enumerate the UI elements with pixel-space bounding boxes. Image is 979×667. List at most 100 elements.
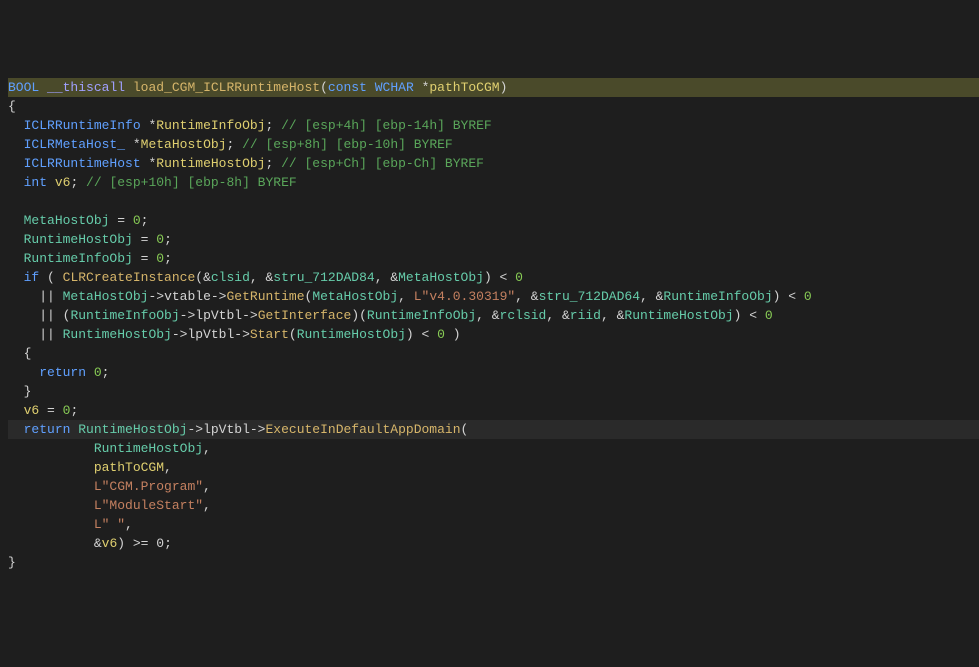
tok: L"CGM.Program" <box>94 479 203 494</box>
tok: 0 <box>133 213 141 228</box>
tok: 0 <box>804 289 812 304</box>
sym: ; <box>164 251 172 266</box>
tok: MetaHostObj <box>312 289 398 304</box>
tok: 0 <box>437 327 445 342</box>
sym: ) <box>445 327 461 342</box>
tok: const <box>328 80 367 95</box>
tok: v6 <box>24 403 40 418</box>
tok: int <box>24 175 47 190</box>
tok: L" " <box>94 517 125 532</box>
sym: ) < <box>734 308 765 323</box>
tok: ICLRRuntimeInfo <box>24 118 141 133</box>
sym: , & <box>546 308 569 323</box>
tok: RuntimeInfoObj <box>24 251 133 266</box>
sym: -> <box>250 422 266 437</box>
tok: ExecuteInDefaultAppDomain <box>265 422 460 437</box>
tok: stru_712DAD84 <box>273 270 374 285</box>
tok: L"v4.0.30319" <box>414 289 515 304</box>
sym: -> <box>234 327 250 342</box>
sym: , & <box>601 308 624 323</box>
sym: ) <box>500 80 508 95</box>
tok: WCHAR <box>375 80 414 95</box>
sym: -> <box>187 422 203 437</box>
sym: ( <box>320 80 328 95</box>
tok: RuntimeHostObj <box>156 156 265 171</box>
tok: RuntimeHostObj <box>94 441 203 456</box>
sym: ) < <box>773 289 804 304</box>
sym: , <box>125 517 133 532</box>
sym: || ( <box>39 308 70 323</box>
func-name: load_CGM_ICLRRuntimeHost <box>133 80 320 95</box>
tok: 0 <box>156 251 164 266</box>
sym: -> <box>148 289 164 304</box>
sym: , <box>203 479 211 494</box>
tok: 0 <box>765 308 773 323</box>
sym: (& <box>195 270 211 285</box>
tok: stru_712DAD64 <box>539 289 640 304</box>
tok: pathToCGM <box>94 460 164 475</box>
sym: ; <box>164 536 172 551</box>
tok: GetRuntime <box>226 289 304 304</box>
tok: RuntimeHostObj <box>624 308 733 323</box>
code-view: BOOL __thiscall load_CGM_ICLRRuntimeHost… <box>8 78 979 572</box>
current-line: return RuntimeHostObj->lpVtbl->ExecuteIn… <box>8 420 979 439</box>
sym: & <box>94 536 102 551</box>
tok: RuntimeInfoObj <box>70 308 179 323</box>
tok: 0 <box>156 232 164 247</box>
sym: -> <box>242 308 258 323</box>
sym: ; <box>141 213 149 228</box>
sym: , <box>203 441 211 456</box>
tok: Start <box>250 327 289 342</box>
sym: , & <box>250 270 273 285</box>
tok: L"ModuleStart" <box>94 498 203 513</box>
sym: || <box>39 289 62 304</box>
sym: , <box>398 289 414 304</box>
sym: ) < <box>406 327 437 342</box>
sym: , & <box>476 308 499 323</box>
tok: vtable <box>164 289 211 304</box>
tok: RuntimeHostObj <box>63 327 172 342</box>
tok: return <box>39 365 86 380</box>
tok: RuntimeHostObj <box>78 422 187 437</box>
sym: -> <box>180 308 196 323</box>
sym: , & <box>515 289 538 304</box>
tok: GetInterface <box>258 308 352 323</box>
sym: , & <box>375 270 398 285</box>
sym: = <box>141 232 157 247</box>
tok: v6 <box>102 536 118 551</box>
sym: = <box>47 403 63 418</box>
sym: || <box>39 327 62 342</box>
tok: rclsid <box>500 308 547 323</box>
sym: = <box>141 251 157 266</box>
tok: ICLRRuntimeHost <box>24 156 141 171</box>
tok: clsid <box>211 270 250 285</box>
sym: } <box>24 384 32 399</box>
tok: RuntimeHostObj <box>297 327 406 342</box>
sym: ( <box>461 422 469 437</box>
sym: ; <box>102 365 110 380</box>
sym: ; <box>70 403 78 418</box>
tok: lpVtbl <box>203 422 250 437</box>
sym: } <box>8 555 16 570</box>
sym: ; <box>226 137 242 152</box>
sym: ) < <box>484 270 515 285</box>
param-name: pathToCGM <box>429 80 499 95</box>
sym: , <box>164 460 172 475</box>
sym: { <box>24 346 32 361</box>
sym: = <box>117 213 133 228</box>
sym: ) <box>117 536 133 551</box>
sym: ( <box>289 327 297 342</box>
tok: riid <box>570 308 601 323</box>
sym: ( <box>47 270 63 285</box>
tok: MetaHostObj <box>141 137 227 152</box>
tok: // [esp+Ch] [ebp-Ch] BYREF <box>281 156 484 171</box>
tok: // [esp+4h] [ebp-14h] BYREF <box>281 118 492 133</box>
tok: lpVtbl <box>195 308 242 323</box>
tok: MetaHostObj <box>398 270 484 285</box>
tok: MetaHostObj <box>24 213 110 228</box>
sym: { <box>8 99 16 114</box>
sym: -> <box>172 327 188 342</box>
tok: // [esp+8h] [ebp-10h] BYREF <box>242 137 453 152</box>
tok: lpVtbl <box>187 327 234 342</box>
tok: v6 <box>55 175 71 190</box>
